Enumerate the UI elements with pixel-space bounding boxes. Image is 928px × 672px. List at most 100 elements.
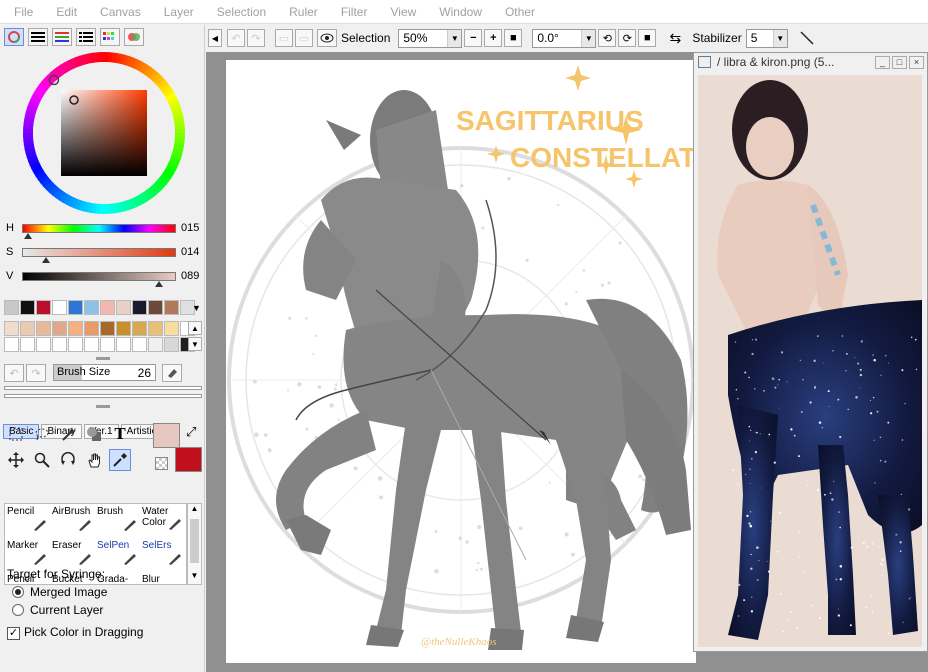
rotate-right-button[interactable]: ⟳ xyxy=(618,29,637,47)
subwindow-titlebar[interactable]: / libra & kiron.png (5... _ □ × xyxy=(694,53,927,71)
brush-slot[interactable]: Eraser xyxy=(52,540,97,565)
line-tool-icon[interactable] xyxy=(798,29,816,47)
palette-swatch[interactable] xyxy=(52,321,67,336)
palette-swatch[interactable] xyxy=(116,321,131,336)
saturation-bar[interactable] xyxy=(22,248,176,257)
palette-swatch[interactable] xyxy=(36,321,51,336)
invert-selection-button[interactable]: ▭ xyxy=(295,29,313,47)
menu-view[interactable]: View xyxy=(376,5,425,19)
deselect-button[interactable]: ▭ xyxy=(275,29,293,47)
palette-swatch[interactable] xyxy=(84,300,99,315)
palette-swatch[interactable] xyxy=(20,300,35,315)
palette-menu-icon[interactable]: ▼ xyxy=(192,303,201,313)
palette-swatch[interactable] xyxy=(4,337,19,352)
palette-swatch[interactable] xyxy=(68,300,83,315)
hue-marker[interactable] xyxy=(24,233,32,239)
zoom-icon[interactable] xyxy=(31,449,53,471)
palette-swatch[interactable] xyxy=(68,321,83,336)
value-marker[interactable] xyxy=(155,281,163,287)
swap-colors-icon[interactable]: ⤢ xyxy=(186,424,196,440)
palette-swatch[interactable] xyxy=(132,337,147,352)
swatch-list-tab[interactable] xyxy=(76,28,96,46)
menu-canvas[interactable]: Canvas xyxy=(86,5,150,19)
brush-grid-scrollbar[interactable]: ▲ ▼ xyxy=(187,503,202,585)
brush-slot[interactable]: SelErs xyxy=(142,540,187,565)
palette-swatch[interactable] xyxy=(164,337,179,352)
palette-swatch[interactable] xyxy=(68,337,83,352)
primary-color-swatch[interactable] xyxy=(153,423,180,448)
maximize-button[interactable]: □ xyxy=(892,55,907,69)
zoom-dropdown[interactable]: 50% ▼ xyxy=(398,28,463,48)
rotation-reset-button[interactable]: ■ xyxy=(638,29,657,47)
shapes-icon[interactable] xyxy=(83,423,105,445)
palette-swatch[interactable] xyxy=(116,300,131,315)
color-wheel[interactable] xyxy=(23,52,185,214)
rotate-left-button[interactable]: ⟲ xyxy=(598,29,617,47)
redo-button[interactable]: ↷ xyxy=(26,364,46,382)
close-button[interactable]: × xyxy=(909,55,924,69)
value-slider[interactable]: V 089 xyxy=(4,270,202,287)
brush-slot[interactable]: Blur xyxy=(142,574,187,585)
palette-swatch[interactable] xyxy=(100,337,115,352)
palette-swatch[interactable] xyxy=(4,300,19,315)
collapse-panel-button[interactable]: ◀ xyxy=(208,29,222,47)
secondary-color-swatch[interactable] xyxy=(175,447,202,472)
radio-current-layer[interactable] xyxy=(12,604,24,616)
palette-swatch[interactable] xyxy=(116,337,131,352)
rotate-icon[interactable] xyxy=(57,449,79,471)
move-icon[interactable] xyxy=(5,449,27,471)
palette-swatch[interactable] xyxy=(148,321,163,336)
color-table-tab[interactable] xyxy=(100,28,120,46)
palette-swatch[interactable] xyxy=(52,300,67,315)
palette-swatch[interactable] xyxy=(84,337,99,352)
palette-swatch[interactable] xyxy=(132,321,147,336)
scratchpad-tab[interactable] xyxy=(124,28,144,46)
rect-select-icon[interactable] xyxy=(5,423,27,445)
undo-button[interactable]: ↶ xyxy=(4,364,24,382)
menu-selection[interactable]: Selection xyxy=(203,5,275,19)
palette-swatch[interactable] xyxy=(84,321,99,336)
palette-swatch[interactable] xyxy=(36,337,51,352)
splitter-handle[interactable] xyxy=(96,357,110,360)
menu-file[interactable]: File xyxy=(0,5,42,19)
flip-horizontal-icon[interactable]: ⇆ xyxy=(666,29,684,47)
brush-size-field[interactable]: Brush Size 26 xyxy=(53,364,156,381)
zoom-reset-button[interactable]: ■ xyxy=(504,29,523,47)
transparent-color-icon[interactable] xyxy=(155,457,168,470)
toolbar-redo-button[interactable]: ↷ xyxy=(247,29,265,47)
menu-window[interactable]: Window xyxy=(425,5,491,19)
menu-edit[interactable]: Edit xyxy=(42,5,86,19)
brush-slot[interactable]: AirBrush xyxy=(52,506,97,531)
rotation-dropdown[interactable]: 0.0° ▼ xyxy=(532,28,597,48)
brush-density-slider[interactable] xyxy=(4,394,202,398)
pick-color-checkbox[interactable]: ✓ xyxy=(7,627,20,640)
eraser-toggle-icon[interactable] xyxy=(162,364,182,382)
palette-scroll-down[interactable]: ▼ xyxy=(188,337,202,351)
brush-slot[interactable]: Brush xyxy=(97,506,142,531)
hsv-slider-tab[interactable] xyxy=(52,28,72,46)
palette-swatch[interactable] xyxy=(20,337,35,352)
radio-merged-image[interactable] xyxy=(12,586,24,598)
saturation-slider[interactable]: S 014 xyxy=(4,246,202,263)
palette-swatch[interactable] xyxy=(148,300,163,315)
rgb-slider-tab[interactable] xyxy=(28,28,48,46)
value-bar[interactable] xyxy=(22,272,176,281)
hue-bar[interactable] xyxy=(22,224,176,233)
brush-slot[interactable]: Pencil xyxy=(7,506,52,531)
palette-swatch[interactable] xyxy=(36,300,51,315)
menu-layer[interactable]: Layer xyxy=(150,5,203,19)
palette-scroll-up[interactable]: ▲ xyxy=(188,321,202,335)
text-tool-icon[interactable]: T xyxy=(109,423,131,445)
toolbar-undo-button[interactable]: ↶ xyxy=(227,29,245,47)
palette-swatch[interactable] xyxy=(164,321,179,336)
magic-wand-icon[interactable] xyxy=(57,423,79,445)
main-canvas[interactable]: SAGITTARIUS CONSTELLATION @theNulleKhaos xyxy=(226,60,746,663)
hue-slider[interactable]: H 015 xyxy=(4,222,202,239)
color-wheel-tab[interactable] xyxy=(4,28,24,46)
palette-swatch[interactable] xyxy=(4,321,19,336)
menu-filter[interactable]: Filter xyxy=(327,5,377,19)
zoom-in-button[interactable]: + xyxy=(484,29,503,47)
reference-subwindow[interactable]: / libra & kiron.png (5... _ □ × xyxy=(693,52,928,652)
saturation-marker[interactable] xyxy=(42,257,50,263)
brush-size-slider[interactable] xyxy=(4,386,202,390)
